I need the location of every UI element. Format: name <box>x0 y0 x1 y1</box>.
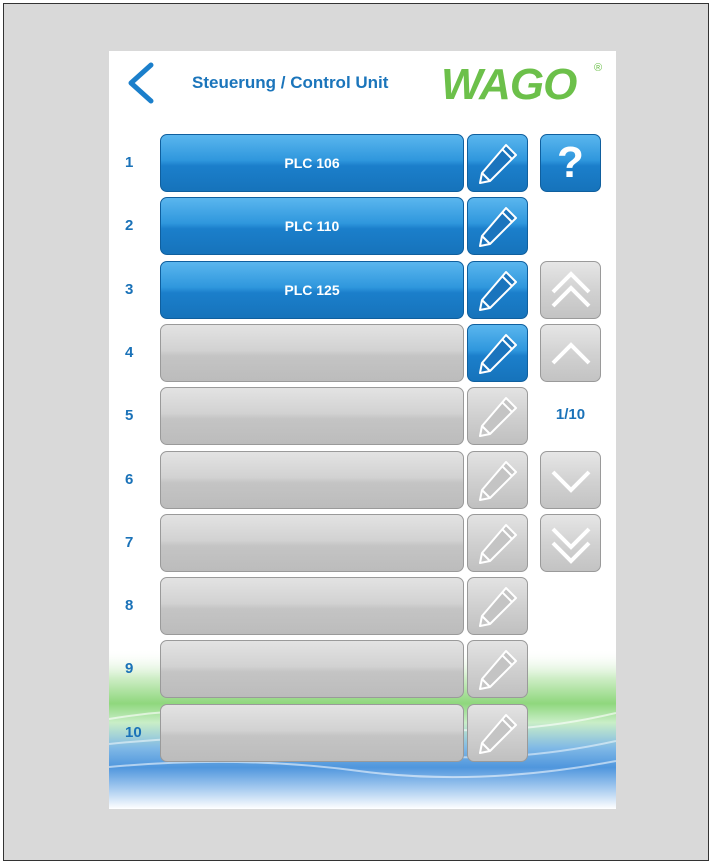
back-button[interactable] <box>123 61 159 105</box>
edit-button[interactable] <box>467 704 528 762</box>
double-chevron-up-icon <box>551 271 591 308</box>
chevron-up-icon <box>551 342 591 365</box>
unit-entry-label: PLC 110 <box>284 218 340 234</box>
pencil-icon <box>479 271 517 311</box>
edit-button[interactable] <box>467 387 528 445</box>
pencil-icon <box>479 461 517 501</box>
control-unit-panel: Steuerung / Control Unit WAGO ® 1 PLC 106… <box>109 51 616 809</box>
first-page-button[interactable] <box>540 261 601 319</box>
row-number: 6 <box>125 471 134 488</box>
unit-entry-button[interactable] <box>160 387 464 445</box>
chevron-down-icon <box>551 470 591 493</box>
unit-entry-label: PLC 125 <box>284 282 340 298</box>
pencil-icon <box>479 650 517 690</box>
edit-button[interactable] <box>467 197 528 255</box>
prev-page-button[interactable] <box>540 324 601 382</box>
page-title: Steuerung / Control Unit <box>192 73 389 92</box>
edit-button[interactable] <box>467 640 528 698</box>
double-chevron-down-icon <box>551 527 591 564</box>
help-button[interactable]: ? <box>540 134 601 192</box>
wago-logo-icon: WAGO ® <box>441 60 602 109</box>
window-frame: Steuerung / Control Unit WAGO ® 1 PLC 106… <box>3 3 709 861</box>
svg-text:WAGO: WAGO <box>441 60 577 105</box>
question-icon: ? <box>557 138 584 187</box>
row-number: 10 <box>125 724 142 741</box>
unit-entry-button[interactable] <box>160 514 464 572</box>
edit-button[interactable] <box>467 451 528 509</box>
row-number: 3 <box>125 281 134 298</box>
page-indicator: 1/10 <box>555 406 586 423</box>
unit-entry-button[interactable]: PLC 106 <box>160 134 464 192</box>
unit-entry-button[interactable]: PLC 125 <box>160 261 464 319</box>
row-number: 7 <box>125 534 134 551</box>
row-number: 5 <box>125 407 134 424</box>
row-number: 2 <box>125 217 134 234</box>
pencil-icon <box>479 714 517 754</box>
row-number: 9 <box>125 660 134 677</box>
unit-entry-button[interactable] <box>160 324 464 382</box>
pencil-icon <box>479 587 517 627</box>
next-page-button[interactable] <box>540 451 601 509</box>
pencil-icon <box>479 144 517 184</box>
row-number: 8 <box>125 597 134 614</box>
wago-logo: WAGO ® <box>441 59 606 109</box>
row-number: 4 <box>125 344 134 361</box>
edit-button[interactable] <box>467 577 528 635</box>
edit-button[interactable] <box>467 134 528 192</box>
edit-button[interactable] <box>467 514 528 572</box>
chevron-left-icon <box>128 62 154 104</box>
row-number: 1 <box>125 154 134 171</box>
pencil-icon <box>479 207 517 247</box>
pencil-icon <box>479 524 517 564</box>
unit-entry-button[interactable] <box>160 640 464 698</box>
unit-entry-label: PLC 106 <box>284 155 340 171</box>
unit-entry-button[interactable] <box>160 577 464 635</box>
last-page-button[interactable] <box>540 514 601 572</box>
unit-entry-button[interactable]: PLC 110 <box>160 197 464 255</box>
edit-button[interactable] <box>467 261 528 319</box>
unit-entry-button[interactable] <box>160 704 464 762</box>
unit-entry-button[interactable] <box>160 451 464 509</box>
edit-button[interactable] <box>467 324 528 382</box>
svg-text:®: ® <box>594 62 602 74</box>
pencil-icon <box>479 334 517 374</box>
pencil-icon <box>479 397 517 437</box>
